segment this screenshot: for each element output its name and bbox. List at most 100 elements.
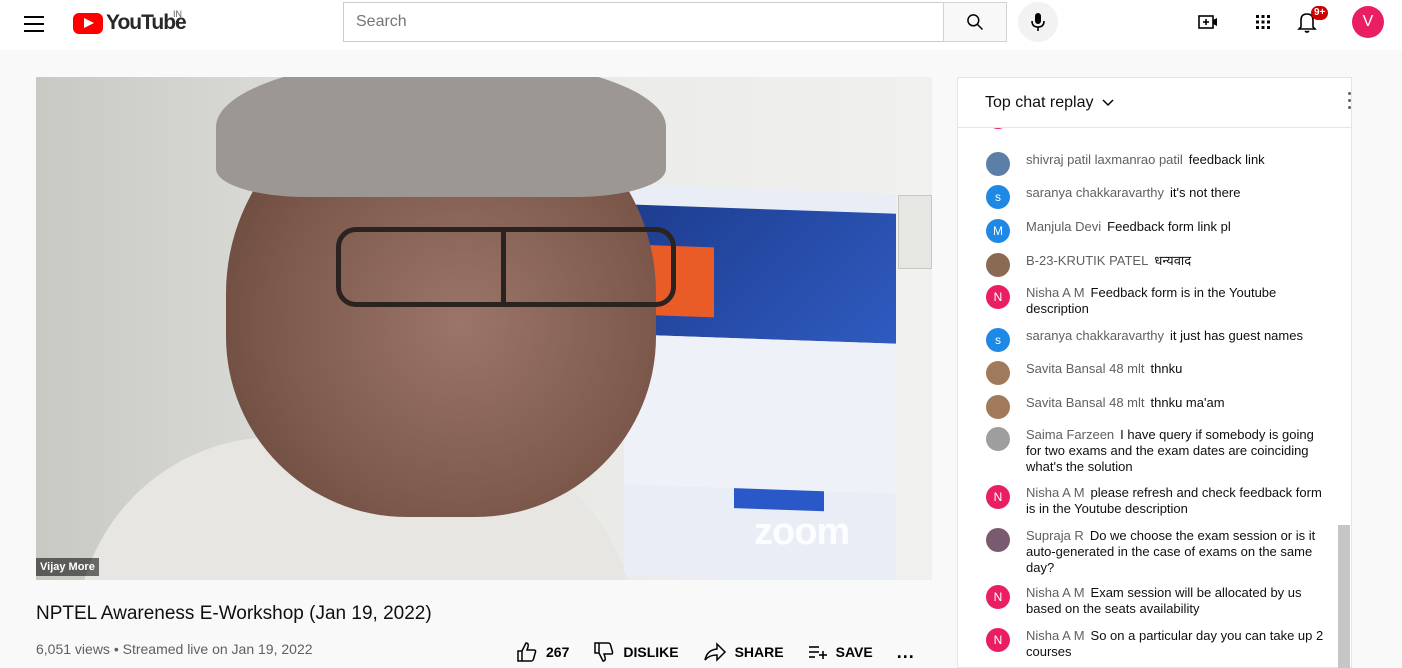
author-avatar[interactable] [986,528,1010,552]
chat-message-body: Manjula Devi Feedback form link pl [1026,219,1326,235]
chat-message-body: Saima Farzeen I have query if somebody is… [1026,427,1326,475]
chat-author-name[interactable]: Manjula Devi [1026,219,1101,234]
like-button[interactable]: 267 [516,642,569,662]
author-avatar[interactable]: s [986,328,1010,352]
video-meta: 6,051 views • Streamed live on Jan 19, 2… [36,641,313,657]
more-actions-button[interactable]: ... [897,642,915,663]
chat-mode-label: Top chat replay [985,94,1094,111]
region-label: IN [173,9,182,19]
notification-badge: 9+ [1311,6,1329,20]
chat-message-body: Nisha A M Exam session will be allocated … [1026,585,1326,617]
chat-scrollbar[interactable] [1338,525,1350,668]
chat-message: N Nisha A Mplease refresh and check feedb… [986,485,1326,517]
chat-message: N Nisha A M So on a particular day you can… [986,628,1326,660]
menu-icon[interactable] [24,16,44,32]
chat-message-text: feedback link [1188,152,1265,167]
chat-message-body: saranya chakkaravarthy it's not there [1026,185,1326,201]
dislike-button[interactable]: DISLIKE [593,642,679,662]
dislike-label: DISLIKE [623,644,679,660]
like-count: 267 [546,644,570,660]
chat-message: Supraja R Do we choose the exam session o… [986,528,1326,576]
wall-switch-image [898,195,932,269]
chat-message-body: saranya chakkaravarthy it just has guest … [1026,328,1326,344]
chat-message-body: B-23-KRUTIK PATEL धन्यवाद [1026,253,1326,269]
chat-message: Savita Bansal 48 mlt thnku [986,361,1326,385]
save-button[interactable]: SAVE [808,644,873,660]
presenter-glasses-image [336,227,676,307]
author-avatar[interactable]: N [986,485,1010,509]
chat-author-name[interactable]: Nisha A M [1026,628,1085,643]
author-avatar[interactable] [986,395,1010,419]
chat-message-text: thnku [1150,361,1183,376]
video-actions: 267 DISLIKE SHARE SAVE ... [516,640,915,664]
chat-message: s saranya chakkaravarthy it's not there [986,185,1326,209]
chat-message-text: Feedback form link pl [1107,219,1231,234]
author-avatar[interactable]: N [986,585,1010,609]
chat-author-name[interactable]: shivraj patil laxmanrao patil [1026,152,1183,167]
search-input[interactable] [356,13,943,31]
chat-message: M Manjula Devi Feedback form link pl [986,219,1326,243]
chat-message: N Nisha A M Exam session will be allocated… [986,585,1326,617]
chat-message-text: it's not there [1170,185,1241,200]
chat-message-body: shivraj patil laxmanrao patil feedback li… [1026,152,1326,168]
chat-message: Saima Farzeen I have query if somebody is… [986,427,1326,475]
chat-menu-button[interactable] [1343,92,1351,114]
thumbs-up-icon [517,642,537,662]
chat-author-name[interactable]: B-23-KRUTIK PATEL [1026,253,1148,268]
search-button[interactable] [943,2,1007,42]
author-avatar[interactable] [986,253,1010,277]
apps-grid-icon [1256,15,1270,29]
chat-author-name[interactable]: Nisha A M [1026,285,1085,300]
voice-search-button[interactable] [1018,2,1058,42]
video-player[interactable]: zoom Vijay More [36,77,932,580]
apps-button[interactable] [1250,9,1276,35]
chat-author-name[interactable]: saranya chakkaravarthy [1026,328,1164,343]
chat-author-name[interactable]: Supraja R [1026,528,1084,543]
account-avatar[interactable]: V [1352,6,1384,38]
chat-message-text: thnku ma'am [1150,395,1225,410]
chat-message: Savita Bansal 48 mlt thnku ma'am [986,395,1326,419]
share-label: SHARE [734,644,784,660]
author-avatar[interactable]: N [986,285,1010,309]
create-video-button[interactable] [1195,9,1221,35]
zoom-watermark: zoom [754,511,850,553]
chat-author-name[interactable]: Savita Bansal 48 mlt [1026,395,1145,410]
chat-mode-dropdown[interactable]: Top chat replay [985,94,1114,112]
save-playlist-icon [808,646,827,659]
chat-message-body: Nisha A M So on a particular day you can … [1026,628,1326,660]
chat-header: Top chat replay [958,78,1351,128]
search-icon [967,14,984,31]
chat-author-name[interactable]: saranya chakkaravarthy [1026,185,1164,200]
chat-message-body: Nisha A Mplease refresh and check feedba… [1026,485,1326,517]
author-avatar[interactable] [986,427,1010,451]
thumbs-down-icon [594,642,614,662]
chat-message-body: Savita Bansal 48 mlt thnku ma'am [1026,395,1326,411]
chat-author-name[interactable]: Nisha A M [1026,585,1085,600]
chat-message-body: Nisha A M Feedback form is in the Youtube… [1026,285,1326,317]
mic-icon [1031,13,1045,31]
save-label: SAVE [835,644,873,660]
chat-message: shivraj patil laxmanrao patil feedback li… [986,152,1326,176]
chat-author-name[interactable]: Nisha A M [1026,485,1085,500]
presenter-hair-image [216,77,666,197]
share-icon [703,642,726,662]
author-avatar[interactable] [986,152,1010,176]
chat-message: N Nisha A M Feedback form is in the Youtub… [986,285,1326,317]
author-avatar[interactable]: N [986,628,1010,652]
youtube-logo[interactable]: YouTube IN [73,9,187,35]
chat-message: B-23-KRUTIK PATEL धन्यवाद [986,253,1326,277]
top-bar: YouTube IN 9+ V [0,0,1402,50]
play-logo-icon [73,12,103,34]
chat-message-body: Supraja R Do we choose the exam session o… [1026,528,1326,576]
chat-author-name[interactable]: Saima Farzeen [1026,427,1114,442]
chat-message-body: Savita Bansal 48 mlt thnku [1026,361,1326,377]
chat-message: s saranya chakkaravarthy it just has guest… [986,328,1326,352]
share-button[interactable]: SHARE [703,642,784,662]
author-avatar[interactable] [986,361,1010,385]
chat-message-text: it just has guest names [1170,328,1303,343]
author-avatar[interactable]: s [986,185,1010,209]
search-box [343,2,943,42]
participant-name-label: Vijay More [36,558,99,576]
author-avatar[interactable]: M [986,219,1010,243]
chat-author-name[interactable]: Savita Bansal 48 mlt [1026,361,1145,376]
